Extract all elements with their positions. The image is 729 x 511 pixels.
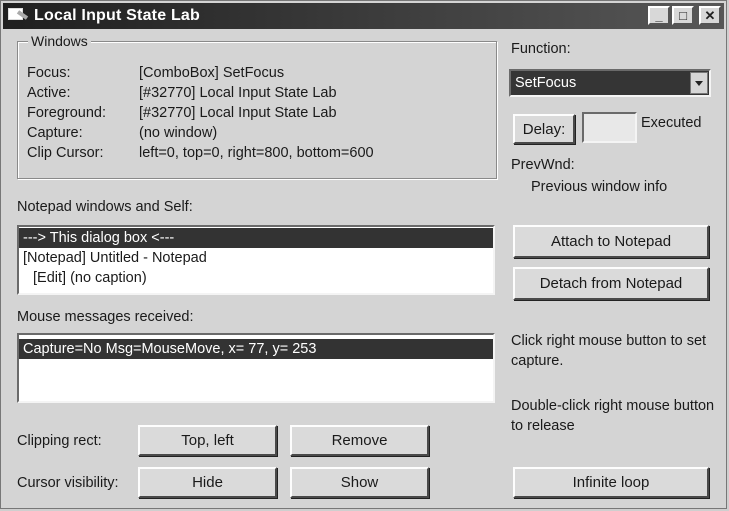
maximize-button[interactable]: □ [672,6,694,25]
clip-cursor-label: Clip Cursor: [27,145,104,161]
list-item[interactable]: ---> This dialog box <--- [19,228,493,248]
capture-label: Capture: [27,125,83,141]
window-title: Local Input State Lab [34,7,200,24]
list-item[interactable]: Capture=No Msg=MouseMove, x= 77, y= 253 [19,339,493,359]
active-label: Active: [27,85,71,101]
capture-value: (no window) [139,125,218,141]
foreground-label: Foreground: [27,105,106,121]
close-button[interactable]: ✕ [699,6,721,25]
show-button[interactable]: Show [290,467,429,498]
notepad-label: Notepad windows and Self: [17,199,193,215]
mouse-messages-label: Mouse messages received: [17,309,194,325]
mouse-messages-listbox[interactable]: Capture=No Msg=MouseMove, x= 77, y= 253 [17,333,495,403]
function-label: Function: [511,41,571,57]
windows-group-title: Windows [28,33,91,49]
infinite-loop-button[interactable]: Infinite loop [513,467,709,498]
top-left-button[interactable]: Top, left [138,425,277,456]
foreground-value: [#32770] Local Input State Lab [139,105,337,121]
detach-notepad-button[interactable]: Detach from Notepad [513,267,709,300]
app-icon [8,7,29,25]
main-window: Local Input State Lab _ □ ✕ Windows Focu… [0,0,727,509]
prevwnd-label: PrevWnd: [511,157,575,173]
active-value: [#32770] Local Input State Lab [139,85,337,101]
delay-field[interactable] [582,112,637,143]
prevwnd-info: Previous window info [531,179,668,195]
list-item[interactable]: [Notepad] Untitled - Notepad [19,248,493,268]
clip-cursor-value: left=0, top=0, right=800, bottom=600 [139,145,374,161]
attach-notepad-button[interactable]: Attach to Notepad [513,225,709,258]
function-selected: SetFocus [515,75,577,91]
clipping-rect-label: Clipping rect: [17,433,102,449]
focus-label: Focus: [27,65,71,81]
focus-value: [ComboBox] SetFocus [139,65,285,81]
executed-label: Executed [641,115,702,131]
list-item[interactable]: [Edit] (no caption) [19,268,493,288]
release-hint: Double-click right mouse button to relea… [511,398,715,434]
minimize-button[interactable]: _ [648,6,670,25]
cursor-visibility-label: Cursor visibility: [17,475,119,491]
notepad-listbox[interactable]: ---> This dialog box <--- [Notepad] Unti… [17,225,495,295]
function-combobox[interactable]: SetFocus [509,69,711,97]
remove-button[interactable]: Remove [290,425,429,456]
delay-button[interactable]: Delay: [513,114,575,144]
chevron-down-icon[interactable] [690,72,708,94]
hide-button[interactable]: Hide [138,467,277,498]
title-bar[interactable]: Local Input State Lab _ □ ✕ [3,3,724,29]
capture-hint: Click right mouse button to set capture. [511,333,707,369]
